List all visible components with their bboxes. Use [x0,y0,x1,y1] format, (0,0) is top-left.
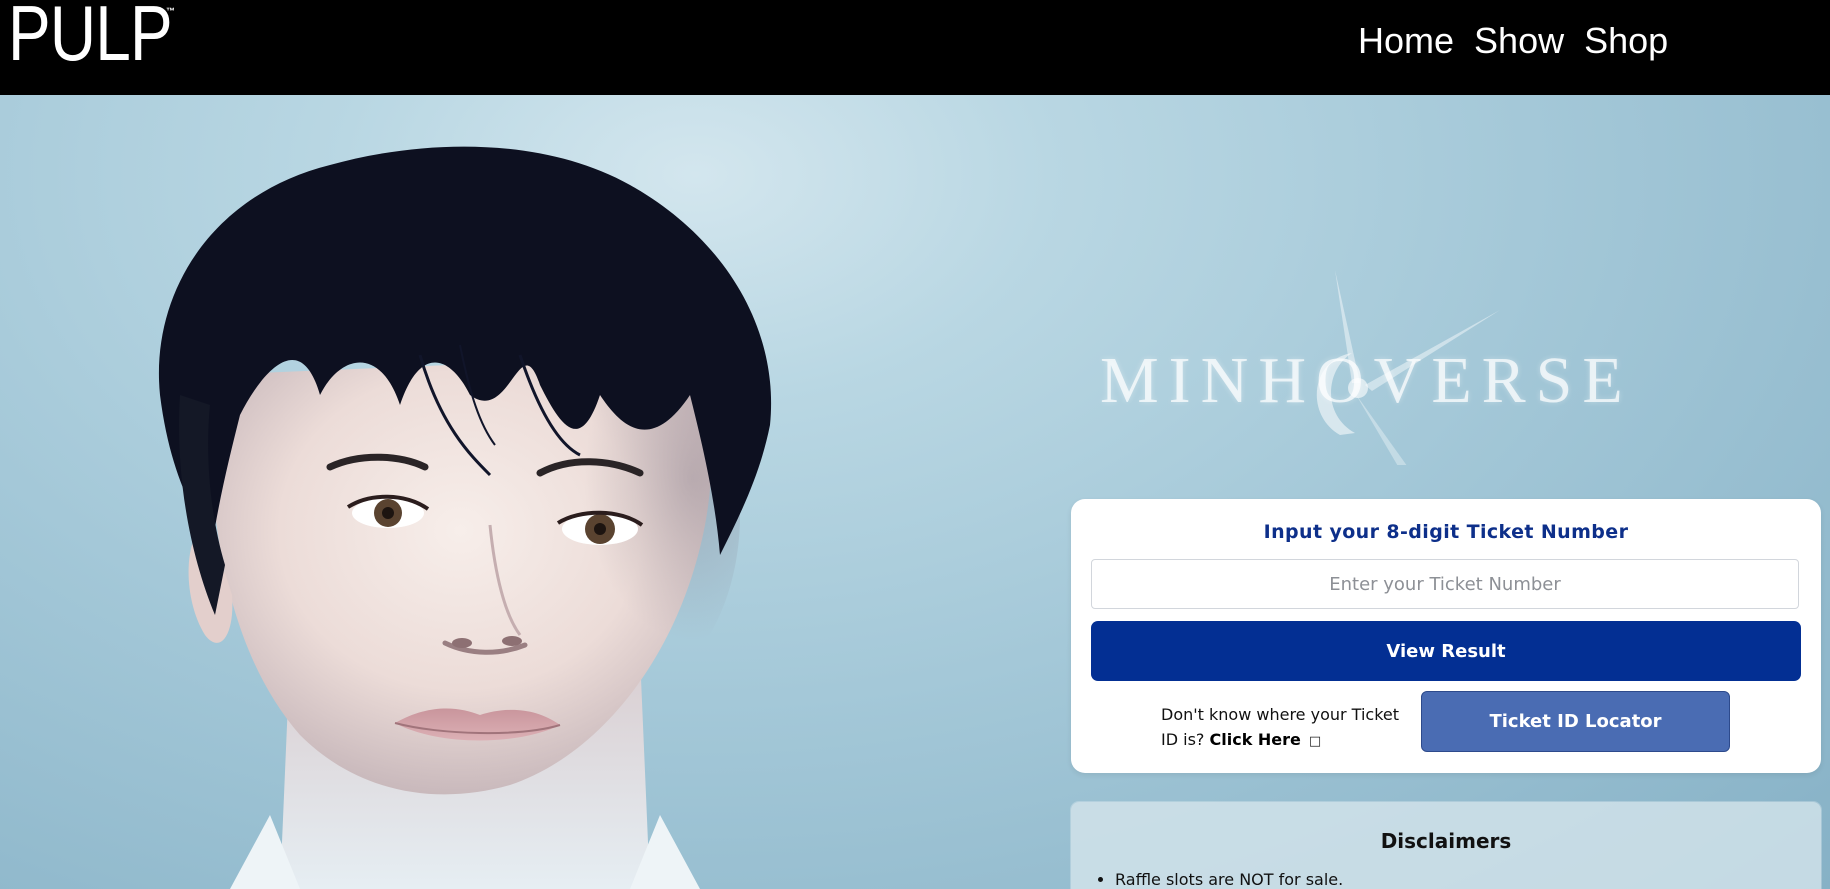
nav-link-home[interactable]: Home [1358,20,1454,62]
ticket-lookup-card: Input your 8-digit Ticket Number View Re… [1071,499,1821,773]
minhoverse-brand: MINHOVERSE [1090,265,1690,465]
minhoverse-wordmark: MINHOVERSE [1100,344,1633,417]
disclaimers-list: Raffle slots are NOT for sale. [1091,870,1343,889]
view-result-button[interactable]: View Result [1091,621,1801,681]
ticket-help-text: Don't know where your Ticket ID is? Clic… [1161,702,1401,754]
main-nav: Home Show Shop [1358,20,1668,62]
external-link-icon[interactable]: □ [1309,734,1321,749]
disclaimers-panel: Disclaimers Raffle slots are NOT for sal… [1071,802,1821,889]
pulp-logo[interactable]: PULP [8,0,173,72]
nav-link-shop[interactable]: Shop [1584,20,1668,62]
top-nav-bar: PULP ™ Home Show Shop [0,0,1830,95]
ticket-id-locator-button[interactable]: Ticket ID Locator [1421,691,1730,752]
hero-section: MINHOVERSE Input your 8-digit Ticket Num… [0,95,1830,889]
ticket-number-input[interactable] [1091,559,1799,609]
nav-link-show[interactable]: Show [1474,20,1564,62]
ticket-form-title: Input your 8-digit Ticket Number [1263,521,1629,543]
disclaimer-item: Raffle slots are NOT for sale. [1115,870,1343,889]
click-here-link[interactable]: Click Here [1210,730,1301,749]
disclaimers-title: Disclaimers [1380,829,1512,853]
trademark-mark: ™ [166,6,175,16]
